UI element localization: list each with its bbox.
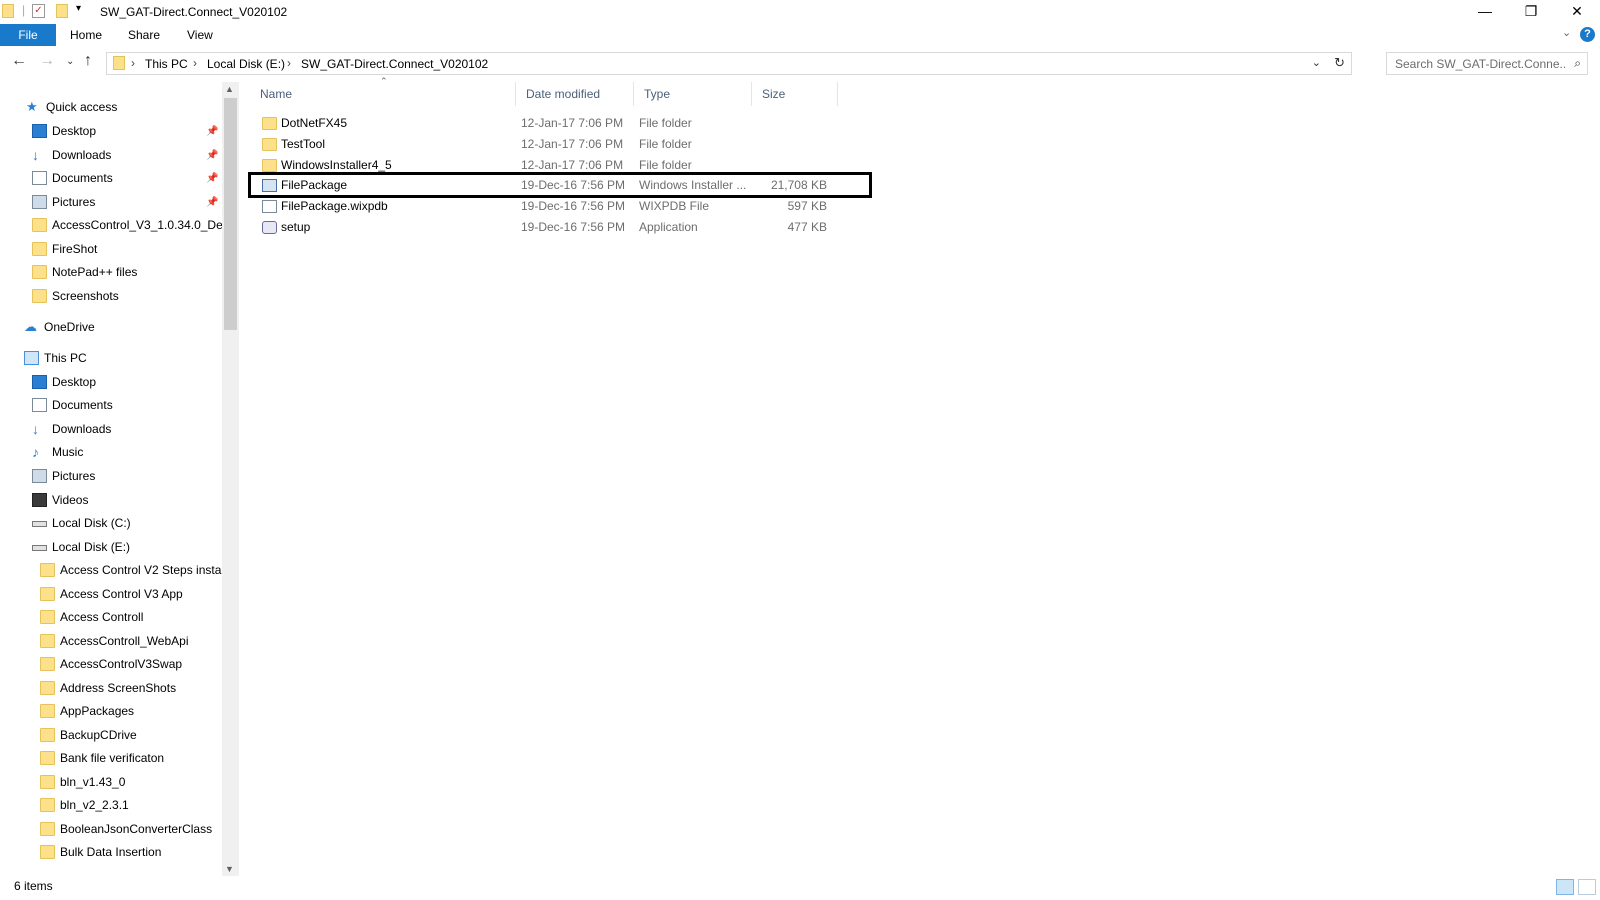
folder-icon (262, 138, 277, 151)
breadcrumb-chevron-icon[interactable]: › (131, 56, 135, 70)
navigation-bar: ← → ⌄ ↑ › This PC › Local Disk (E:) › SW… (0, 50, 1600, 78)
folder-icon (32, 218, 47, 232)
nav-scrollbar[interactable]: ▲ ▼ (222, 82, 239, 876)
ribbon-tabs: File Home Share View ⌄ ? (0, 24, 1600, 46)
scrollbar-thumb[interactable] (224, 98, 237, 330)
star-icon: ★ (26, 99, 38, 114)
column-header-size[interactable]: Size (752, 82, 838, 106)
downloads-icon: ↓ (32, 421, 39, 437)
pictures-icon (32, 469, 47, 483)
search-icon[interactable]: ⌕ (1574, 56, 1581, 71)
help-icon[interactable]: ? (1580, 27, 1595, 42)
folder-icon (40, 845, 55, 859)
music-icon: ♪ (32, 444, 39, 460)
details-view-icon[interactable] (1556, 879, 1574, 895)
window-title: SW_GAT-Direct.Connect_V020102 (100, 5, 288, 19)
folder-icon (40, 563, 55, 577)
breadcrumb-current-folder[interactable]: SW_GAT-Direct.Connect_V020102 (301, 57, 488, 71)
pin-icon[interactable]: 📌 (206, 126, 218, 137)
breadcrumb-local-disk-e[interactable]: Local Disk (E:) (207, 57, 285, 71)
tab-view[interactable]: View (187, 24, 213, 46)
column-header-date[interactable]: Date modified (516, 82, 634, 106)
folder-icon (40, 610, 55, 624)
pin-icon[interactable]: 📌 (206, 197, 218, 208)
folder-icon (40, 751, 55, 765)
folder-icon (40, 704, 55, 718)
column-header-row: Name Date modified Type Size (250, 82, 840, 106)
folder-icon (40, 775, 55, 789)
folder-icon (262, 117, 277, 130)
search-input[interactable]: Search SW_GAT-Direct.Conne... ⌕ (1386, 52, 1588, 75)
status-bar: 6 items (0, 876, 1600, 900)
refresh-icon[interactable]: ↻ (1334, 55, 1345, 71)
folder-icon (32, 242, 47, 256)
list-item[interactable]: setup 19-Dec-16 7:56 PM Application 477 … (250, 217, 840, 238)
documents-icon (32, 171, 47, 185)
list-item[interactable]: DotNetFX45 12-Jan-17 7:06 PM File folder (250, 113, 840, 134)
folder-icon (262, 159, 277, 172)
column-header-name[interactable]: Name (250, 82, 516, 106)
customize-quick-access-icon[interactable]: ▾ (76, 3, 81, 14)
forward-icon[interactable]: → (39, 52, 55, 70)
new-folder-icon[interactable] (56, 4, 68, 18)
pictures-icon (32, 195, 47, 209)
list-item[interactable]: TestTool 12-Jan-17 7:06 PM File folder (250, 134, 840, 155)
scroll-down-icon[interactable]: ▼ (225, 864, 234, 874)
drive-icon (32, 521, 47, 527)
folder-icon (32, 289, 47, 303)
folder-icon (40, 681, 55, 695)
folder-icon (40, 587, 55, 601)
scroll-up-icon[interactable]: ▲ (225, 84, 234, 94)
folder-icon (40, 657, 55, 671)
expand-ribbon-icon[interactable]: ⌄ (1562, 26, 1571, 39)
item-count: 6 items (14, 879, 53, 893)
file-icon (262, 200, 277, 213)
desktop-icon (32, 375, 47, 389)
navigation-pane: ★ Quick access Desktop 📌 ↓ Downloads 📌 D… (0, 82, 222, 876)
cloud-icon: ☁ (24, 319, 37, 334)
maximize-button[interactable]: ❐ (1508, 0, 1554, 24)
recent-locations-icon[interactable]: ⌄ (66, 56, 74, 67)
folder-icon (2, 4, 14, 18)
close-button[interactable]: ✕ (1554, 0, 1600, 24)
folder-icon (40, 822, 55, 836)
title-bar: | ✓ ▾ SW_GAT-Direct.Connect_V020102 — ❐ … (0, 0, 1600, 24)
address-dropdown-icon[interactable]: ⌄ (1312, 56, 1321, 69)
documents-icon (32, 398, 47, 412)
desktop-icon (32, 124, 47, 138)
tab-share[interactable]: Share (128, 24, 160, 46)
large-icons-view-icon[interactable] (1578, 879, 1596, 895)
minimize-button[interactable]: — (1462, 0, 1508, 24)
breadcrumb-chevron-icon[interactable]: › (193, 56, 197, 70)
back-icon[interactable]: ← (11, 52, 27, 70)
folder-icon (40, 634, 55, 648)
address-bar[interactable]: › This PC › Local Disk (E:) › SW_GAT-Dir… (106, 52, 1352, 75)
folder-icon (40, 798, 55, 812)
highlight-box (248, 172, 872, 198)
breadcrumb-chevron-icon[interactable]: › (287, 56, 291, 70)
properties-icon[interactable]: ✓ (32, 4, 45, 18)
downloads-icon: ↓ (32, 147, 39, 163)
setup-application-icon (262, 221, 277, 234)
tab-file[interactable]: File (0, 24, 56, 46)
up-icon[interactable]: ↑ (84, 52, 92, 70)
folder-icon (40, 728, 55, 742)
pin-icon[interactable]: 📌 (206, 150, 218, 161)
breadcrumb-this-pc[interactable]: This PC (145, 57, 188, 71)
tab-home[interactable]: Home (70, 24, 102, 46)
folder-icon (32, 265, 47, 279)
separator-icon: | (22, 3, 26, 17)
list-item[interactable]: FilePackage.wixpdb 19-Dec-16 7:56 PM WIX… (250, 196, 840, 217)
column-header-type[interactable]: Type (634, 82, 752, 106)
videos-icon (32, 493, 47, 507)
pin-icon[interactable]: 📌 (206, 173, 218, 184)
folder-icon (113, 56, 125, 70)
search-placeholder: Search SW_GAT-Direct.Conne... (1395, 57, 1565, 71)
drive-icon (32, 545, 47, 551)
computer-icon (24, 351, 39, 365)
